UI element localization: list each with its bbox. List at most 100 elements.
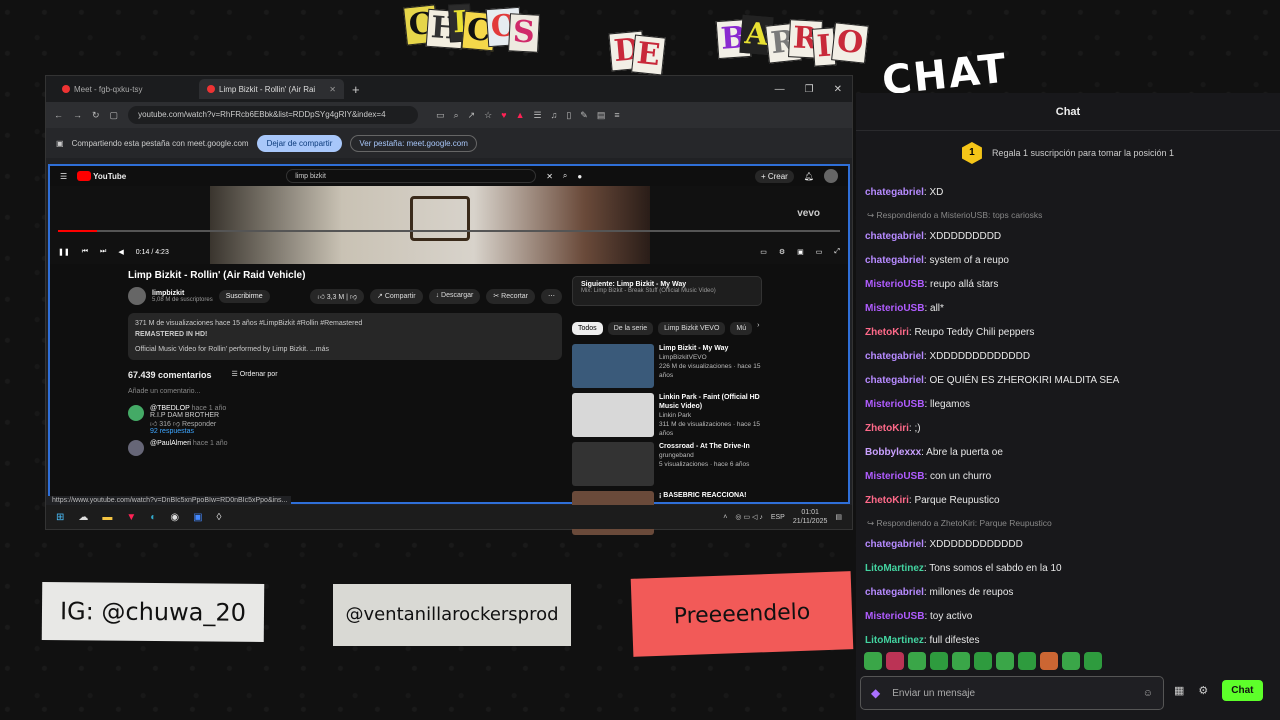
chat-username[interactable]: chategabriel	[865, 255, 924, 266]
rewards-icon[interactable]: ▲	[516, 110, 525, 121]
chat-username[interactable]: Bobbylexxx	[865, 447, 921, 458]
chevron-right-icon[interactable]: ›	[757, 322, 759, 335]
account-avatar[interactable]	[824, 169, 838, 183]
chat-input[interactable]: ◆ Enviar un mensaje ☺	[860, 676, 1164, 710]
chat-username[interactable]: MisterioUSB	[865, 279, 924, 290]
emote-icon[interactable]	[908, 652, 926, 670]
video-player[interactable]: vevo ❚❚ ⏮︎ ⏭︎ ◀︎ 0:14 / 4:23 ▭ ⚙ ▣ ▭ ⤢	[50, 186, 848, 264]
emote-icon[interactable]	[1084, 652, 1102, 670]
share-icon[interactable]: ↗	[468, 110, 476, 121]
file-explorer-icon[interactable]: ▬	[102, 512, 112, 523]
recommendation-thumbnail[interactable]	[572, 393, 654, 437]
notifications-icon[interactable]: ▤	[835, 513, 842, 521]
extensions-icon[interactable]: ✎	[580, 110, 588, 121]
maximize-icon[interactable]: ❐	[805, 84, 814, 95]
chat-username[interactable]: chategabriel	[865, 539, 924, 550]
search-clear-icon[interactable]: ✕	[546, 172, 553, 181]
back-icon[interactable]: ←	[54, 110, 63, 120]
chat-username[interactable]: MisterioUSB	[865, 303, 924, 314]
chat-username[interactable]: chategabriel	[865, 587, 924, 598]
close-tab-icon[interactable]: ✕	[329, 85, 336, 94]
subtitles-icon[interactable]: ▭	[760, 248, 767, 256]
music-icon[interactable]: ♫	[551, 110, 558, 121]
chat-username[interactable]: LitoMartinez	[865, 635, 924, 646]
language-indicator[interactable]: ESP	[771, 514, 785, 521]
commenter-avatar[interactable]	[128, 440, 144, 456]
chip-all[interactable]: Todos	[572, 322, 603, 335]
chat-send-button[interactable]: Chat	[1222, 680, 1263, 701]
emote-icon[interactable]	[1062, 652, 1080, 670]
voice-search-icon[interactable]: ●	[577, 172, 582, 181]
menu-icon[interactable]: ☰	[534, 110, 542, 121]
rewards-icon[interactable]: ▦	[1174, 684, 1184, 697]
forward-icon[interactable]: →	[73, 110, 82, 120]
reload-icon[interactable]: ↻	[92, 110, 100, 121]
bits-icon[interactable]: ◆	[871, 686, 880, 700]
chat-username[interactable]: MisterioUSB	[865, 471, 924, 482]
app-icon[interactable]: ◊	[217, 512, 222, 523]
volume-icon[interactable]: ◀︎	[118, 248, 123, 256]
chip-music[interactable]: Mú	[730, 322, 753, 335]
stop-sharing-button[interactable]: Dejar de compartir	[256, 134, 343, 152]
chat-username[interactable]: ZhetoKiri	[865, 423, 909, 434]
youtube-logo[interactable]: YouTube	[77, 171, 126, 181]
url-input[interactable]: youtube.com/watch?v=RhFRcb6EBbk&list=RDD…	[128, 106, 419, 124]
chat-username[interactable]: chategabriel	[865, 187, 924, 198]
brave-shield-icon[interactable]: ♥	[501, 110, 506, 121]
bookmark-icon[interactable]: ▢	[110, 110, 119, 121]
more-icon[interactable]: ≡	[614, 110, 619, 121]
emote-icon[interactable]	[974, 652, 992, 670]
view-tab-button[interactable]: Ver pestaña: meet.google.com	[350, 134, 477, 152]
new-tab-icon[interactable]: +	[352, 82, 360, 97]
close-window-icon[interactable]: ✕	[834, 84, 842, 95]
recommendation-item[interactable]: Linkin Park - Faint (Official HD Music V…	[572, 393, 762, 437]
view-replies-button[interactable]: 92 respuestas	[150, 428, 226, 435]
clip-button[interactable]: ✂ Recortar	[486, 288, 535, 304]
settings-icon[interactable]: ⚙	[779, 248, 785, 256]
tray-icons[interactable]: ◎ ▭ ◁ ♪	[735, 513, 762, 521]
next-icon[interactable]: ⏭︎	[100, 248, 106, 256]
commenter-avatar[interactable]	[128, 405, 144, 421]
star-icon[interactable]: ☆	[484, 110, 492, 121]
fullscreen-icon[interactable]: ⤢	[834, 248, 840, 256]
notifications-icon[interactable]: 🔔︎	[804, 172, 814, 181]
chat-username[interactable]: LitoMartinez	[865, 563, 924, 574]
chat-username[interactable]: MisterioUSB	[865, 611, 924, 622]
tray-overflow-icon[interactable]: ˄	[723, 514, 727, 521]
widgets-icon[interactable]: ☁	[78, 512, 88, 523]
emote-icon[interactable]	[864, 652, 882, 670]
subscribe-button[interactable]: Suscribirme	[218, 289, 270, 303]
channel-name[interactable]: limpbizkit	[152, 290, 213, 297]
share-button[interactable]: ↗ Compartir	[370, 288, 423, 304]
pause-icon[interactable]: ❚❚	[58, 248, 70, 256]
tab-meet[interactable]: Meet - fgb-qxku-tsy	[54, 79, 199, 99]
chat-username[interactable]: chategabriel	[865, 231, 924, 242]
recommendation-item[interactable]: Limp Bizkit - My Way LimpBizkitVEVO 226 M …	[572, 344, 762, 388]
emote-icon[interactable]	[1018, 652, 1036, 670]
recommendation-item[interactable]: Crossroad - At The Drive-In grungeband 5 v…	[572, 442, 762, 486]
brave-icon[interactable]: ▼	[126, 512, 136, 523]
sort-comments-button[interactable]: ☰ Ordenar por	[232, 370, 278, 380]
chat-settings-icon[interactable]: ⚙	[1198, 684, 1208, 697]
chat-username[interactable]: chategabriel	[865, 375, 924, 386]
obs-icon[interactable]: ◉	[170, 512, 179, 523]
gift-sub-banner[interactable]: 1 Regala 1 suscripción para tomar la pos…	[856, 131, 1280, 175]
like-button[interactable]: 👍︎ 3,3 M | 👎︎	[310, 288, 365, 304]
edge-icon[interactable]: ◐	[150, 512, 156, 523]
sidebar-icon[interactable]: ▯	[566, 110, 571, 121]
channel-avatar[interactable]	[128, 287, 146, 305]
chat-username[interactable]: ZhetoKiri	[865, 327, 909, 338]
search-icon[interactable]: ⌕	[563, 171, 567, 181]
tab-youtube[interactable]: Limp Bizkit - Rollin' (Air Rai ✕	[199, 79, 344, 99]
create-button[interactable]: + Crear	[754, 169, 794, 183]
cast-icon[interactable]: ▭	[436, 110, 445, 121]
clock[interactable]: 01:01 21/11/2025	[793, 508, 828, 526]
download-button[interactable]: ↓ Descargar	[428, 288, 481, 304]
emote-icon[interactable]	[952, 652, 970, 670]
chip-series[interactable]: De la serie	[607, 322, 654, 335]
emote-icon[interactable]	[1040, 652, 1058, 670]
miniplayer-icon[interactable]: ▣	[797, 248, 804, 256]
video-description[interactable]: 371 M de visualizaciones hace 15 años #L…	[128, 313, 562, 360]
hamburger-icon[interactable]: ☰	[60, 172, 67, 181]
youtube-search-input[interactable]: limp bizkit	[286, 169, 537, 183]
